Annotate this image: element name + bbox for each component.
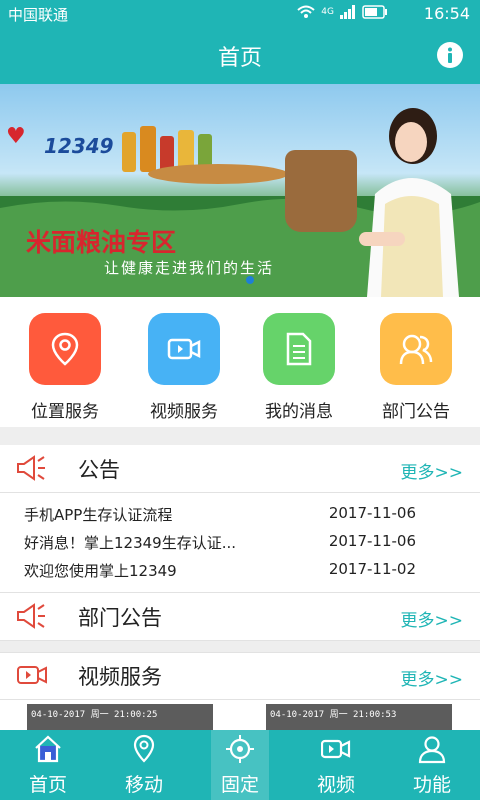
service-label: 位置服务 <box>31 402 99 422</box>
service-label: 部门公告 <box>382 402 450 422</box>
woman-chef-illustration <box>359 108 459 297</box>
home-icon <box>35 735 61 763</box>
video-thumbnail[interactable]: 04-10-2017 周一 21:00:25 <box>27 704 213 730</box>
announcement-item-title: 欢迎您使用掌上12349 <box>24 562 177 580</box>
banner-slogan: 让健康走进我们的生活 <box>104 259 275 277</box>
announcement-header: 公告 更多>> <box>0 445 480 491</box>
user-icon <box>418 736 446 764</box>
service-location[interactable]: 位置服务 <box>10 313 120 422</box>
announcement-item-date: 2017-11-06 <box>328 532 416 550</box>
section-gap <box>0 641 480 652</box>
carrier-name: 中国联通 <box>8 6 69 24</box>
signal-icon <box>340 5 355 19</box>
document-icon <box>286 332 312 366</box>
video-camera-icon <box>17 666 47 684</box>
announcement-item-date: 2017-11-06 <box>328 504 416 522</box>
service-tile[interactable] <box>29 313 101 385</box>
wifi-icon <box>297 5 315 18</box>
location-icon <box>133 734 155 763</box>
service-label: 我的消息 <box>265 402 333 422</box>
announcement-item[interactable]: 手机APP生存认证流程 2017-11-06 <box>24 501 454 527</box>
grain-oil-products <box>122 126 288 184</box>
announcement-item-title: 好消息！掌上12349生存认证... <box>24 534 237 552</box>
status-bar: 中国联通 4G 16:54 <box>0 0 480 26</box>
announcement-item-title: 手机APP生存认证流程 <box>24 506 173 524</box>
tab-label: 首页 <box>28 774 67 796</box>
divider <box>0 492 480 493</box>
dept-notice-title: 部门公告 <box>78 606 162 630</box>
tab-functions[interactable]: 功能 <box>384 730 480 800</box>
status-icons: 4G <box>297 5 388 19</box>
video-thumbnails: 04-10-2017 周一 21:00:25 04-10-2017 周一 21:… <box>0 700 480 730</box>
video-service-more-link[interactable]: 更多>> <box>401 665 464 690</box>
video-thumbnail-caption: 04-10-2017 周一 21:00:53 <box>270 710 397 720</box>
video-service-title: 视频服务 <box>78 665 162 689</box>
tab-video[interactable]: 视频 <box>288 730 384 800</box>
crosshair-icon <box>226 735 254 763</box>
tab-label: 移动 <box>124 774 163 796</box>
service-tile[interactable] <box>148 313 220 385</box>
tab-home[interactable]: 首页 <box>0 730 96 800</box>
promo-banner[interactable]: ♥ 12349 米面粮油专区 让健康走进我们的生活 <box>0 84 480 297</box>
bottom-tab-bar: 首页 移动 固定 视频 功能 <box>0 730 480 800</box>
section-gap <box>0 427 480 445</box>
video-camera-icon <box>167 338 201 360</box>
service-messages[interactable]: 我的消息 <box>244 313 354 422</box>
tab-label: 功能 <box>412 774 451 796</box>
video-service-header: 视频服务 更多>> <box>0 652 480 698</box>
announcement-title: 公告 <box>78 458 120 482</box>
megaphone-icon <box>17 603 45 629</box>
announcement-more-link[interactable]: 更多>> <box>401 458 464 483</box>
video-icon <box>321 739 351 759</box>
group-icon <box>399 334 433 365</box>
service-grid: 位置服务 视频服务 我的消息 部门公告 <box>0 297 480 427</box>
announcement-item-date: 2017-11-02 <box>328 560 416 578</box>
network-type: 4G <box>321 7 334 17</box>
battery-icon <box>362 5 387 19</box>
info-icon[interactable] <box>437 42 463 68</box>
service-video[interactable]: 视频服务 <box>129 313 239 422</box>
location-pin-icon <box>51 332 79 366</box>
dept-notice-header: 部门公告 更多>> <box>0 593 480 639</box>
tab-label: 视频 <box>316 774 355 796</box>
service-tile[interactable] <box>380 313 452 385</box>
tab-mobile[interactable]: 移动 <box>96 730 192 800</box>
announcement-item[interactable]: 好消息！掌上12349生存认证... 2017-11-06 <box>24 529 454 555</box>
clock: 16:54 <box>423 4 470 23</box>
banner-heading: 米面粮油专区 <box>26 228 177 257</box>
video-thumbnail-caption: 04-10-2017 周一 21:00:25 <box>31 710 158 720</box>
tab-fixed[interactable]: 固定 <box>211 730 269 800</box>
megaphone-icon <box>17 455 45 481</box>
service-label: 视频服务 <box>150 402 218 422</box>
rice-sack <box>285 150 357 232</box>
video-thumbnail[interactable]: 04-10-2017 周一 21:00:53 <box>266 704 452 730</box>
page-title: 首页 <box>217 46 262 71</box>
title-bar: 首页 <box>0 26 480 84</box>
service-dept-notice[interactable]: 部门公告 <box>361 313 471 422</box>
dept-notice-more-link[interactable]: 更多>> <box>401 606 464 631</box>
carousel-indicator[interactable] <box>246 276 254 284</box>
brand-heart-logo: ♥ <box>6 124 26 149</box>
banner-brand: 12349 <box>44 134 114 158</box>
announcement-item[interactable]: 欢迎您使用掌上12349 2017-11-02 <box>24 557 454 583</box>
service-tile[interactable] <box>263 313 335 385</box>
tab-label: 固定 <box>220 774 259 796</box>
